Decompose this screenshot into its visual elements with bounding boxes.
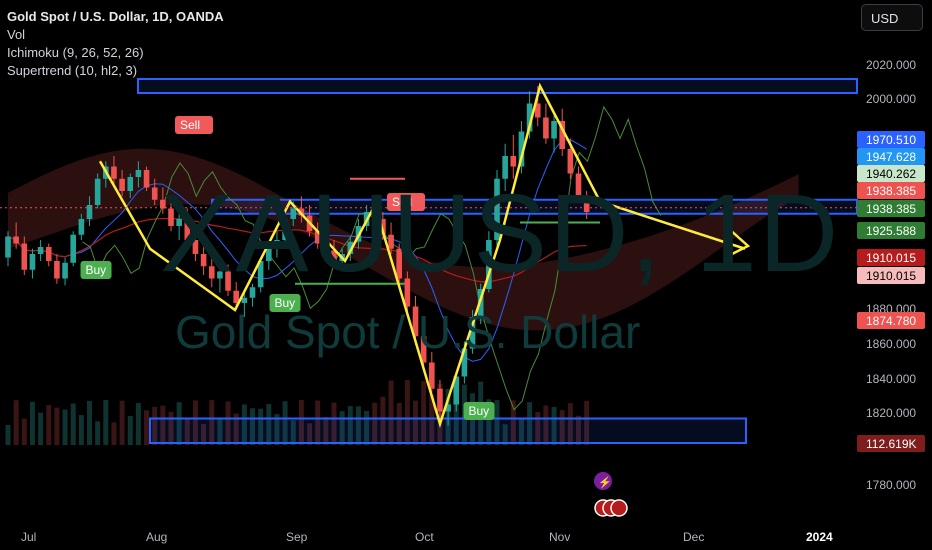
time-tick: 2024 xyxy=(806,530,833,544)
price-label-text: 1947.628 xyxy=(866,150,916,164)
volume-bar xyxy=(5,425,11,445)
legend-ichimoku[interactable]: Ichimoku (9, 26, 52, 26) xyxy=(7,44,224,62)
volume-bar xyxy=(29,401,35,445)
candle-body xyxy=(5,236,11,258)
candle-body xyxy=(127,177,134,191)
price-label-text: 1940.262 xyxy=(866,167,916,181)
price-label-text: 1970.510 xyxy=(866,133,916,147)
price-label-text: 1874.780 xyxy=(866,314,916,328)
legend-title[interactable]: Gold Spot / U.S. Dollar, 1D, OANDA xyxy=(7,8,224,26)
price-label-text: 112.619K xyxy=(866,437,917,451)
price-tick: 1780.000 xyxy=(866,478,916,492)
volume-bar xyxy=(78,415,84,445)
volume-bar xyxy=(62,409,68,445)
candle-body xyxy=(143,170,150,188)
price-tick: 2000.000 xyxy=(866,92,916,106)
volume-bar xyxy=(38,412,44,445)
chart-legend: Gold Spot / U.S. Dollar, 1D, OANDA Vol I… xyxy=(7,8,224,80)
volume-bar xyxy=(144,410,150,445)
candle-body xyxy=(21,243,28,270)
candle-body xyxy=(111,166,117,179)
volume-bar xyxy=(21,418,27,445)
watermark-symbol: XAUUSD, 1D xyxy=(160,172,841,295)
candle-body xyxy=(119,178,125,191)
price-tick: 2020.000 xyxy=(866,58,916,72)
legend-supertrend[interactable]: Supertrend (10, hl2, 3) xyxy=(7,62,224,80)
time-tick: Sep xyxy=(286,530,308,544)
lightning-glyph: ⚡ xyxy=(598,476,612,489)
volume-bar xyxy=(103,400,109,445)
candle-body xyxy=(551,121,557,139)
time-tick: Aug xyxy=(146,530,167,544)
candle-body xyxy=(86,205,93,219)
currency-button[interactable]: USD xyxy=(861,4,923,31)
watermark-name: Gold Spot / U.S. Dollar xyxy=(175,306,641,358)
volume-bar xyxy=(127,416,133,445)
candle-body xyxy=(241,297,248,303)
candle-body xyxy=(510,156,517,167)
candle-body xyxy=(29,254,36,270)
time-tick: Dec xyxy=(683,530,704,544)
volume-bar xyxy=(70,403,76,445)
candle-body xyxy=(151,187,158,200)
us-flag-icon xyxy=(610,499,628,517)
candle-body xyxy=(78,219,85,235)
candle-body xyxy=(437,388,443,412)
signal-buy-label: Buy xyxy=(86,263,107,277)
legend-volume[interactable]: Vol xyxy=(7,26,224,44)
volume-bar xyxy=(135,403,141,445)
price-tick: 1840.000 xyxy=(866,372,916,386)
candle-body xyxy=(429,362,435,389)
candle-body xyxy=(70,234,76,263)
zone-resistance xyxy=(137,78,858,94)
candle-body xyxy=(13,236,19,244)
time-tick: Jul xyxy=(21,530,36,544)
signal-buy-label: Buy xyxy=(469,404,490,418)
price-label-text: 1910.015 xyxy=(866,269,916,283)
price-label-text: 1925.588 xyxy=(866,224,916,238)
candle-body xyxy=(543,117,549,139)
volume-bar xyxy=(95,421,101,445)
price-label-text: 1938.385 xyxy=(866,184,916,198)
volume-bar xyxy=(46,405,52,445)
volume-bar xyxy=(87,400,92,445)
price-tick: 1820.000 xyxy=(866,406,916,420)
volume-bar xyxy=(119,400,125,445)
price-label-text: 1910.015 xyxy=(866,251,916,265)
price-label-text: 1938.385 xyxy=(866,202,916,216)
time-tick: Oct xyxy=(415,530,434,544)
volume-bar xyxy=(111,422,117,445)
signal-sell-label: Sell xyxy=(180,118,200,132)
volume-bar xyxy=(13,400,19,445)
time-tick: Nov xyxy=(549,530,570,544)
candle-body xyxy=(94,178,101,205)
price-tick: 1860.000 xyxy=(866,337,916,351)
candle-body xyxy=(135,170,142,177)
volume-bar xyxy=(54,407,60,445)
candle-body xyxy=(37,247,44,254)
candle-body xyxy=(54,261,60,279)
candle-body xyxy=(62,262,68,279)
candle-body xyxy=(45,247,52,261)
